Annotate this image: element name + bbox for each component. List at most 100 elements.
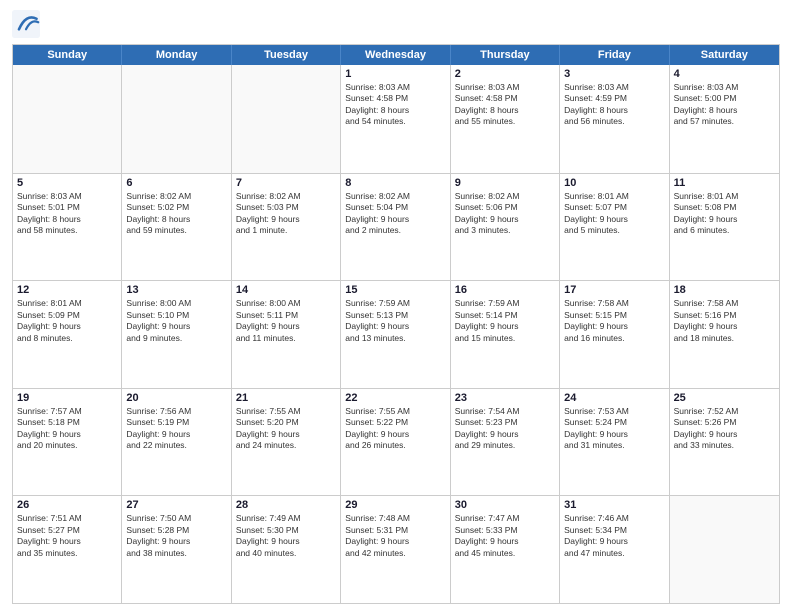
cell-info: Sunrise: 7:49 AM Sunset: 5:30 PM Dayligh… xyxy=(236,513,336,559)
cell-date: 2 xyxy=(455,68,555,80)
calendar-cell xyxy=(232,65,341,173)
calendar-cell: 13 Sunrise: 8:00 AM Sunset: 5:10 PM Dayli… xyxy=(122,281,231,388)
week-row-0: 1 Sunrise: 8:03 AM Sunset: 4:58 PM Daylig… xyxy=(13,65,779,173)
cell-info: Sunrise: 8:01 AM Sunset: 5:07 PM Dayligh… xyxy=(564,191,664,237)
header-day-tuesday: Tuesday xyxy=(232,45,341,65)
calendar-body: 1 Sunrise: 8:03 AM Sunset: 4:58 PM Daylig… xyxy=(13,65,779,603)
cell-date: 18 xyxy=(674,284,775,296)
cell-info: Sunrise: 7:47 AM Sunset: 5:33 PM Dayligh… xyxy=(455,513,555,559)
calendar-cell: 25Sunrise: 7:52 AM Sunset: 5:26 PM Dayli… xyxy=(670,389,779,496)
cell-date: 24 xyxy=(564,392,664,404)
calendar-cell: 10 Sunrise: 8:01 AM Sunset: 5:07 PM Dayli… xyxy=(560,174,669,281)
cell-date: 15 xyxy=(345,284,445,296)
cell-info: Sunrise: 8:03 AM Sunset: 4:58 PM Dayligh… xyxy=(455,82,555,128)
calendar-cell: 21 Sunrise: 7:55 AM Sunset: 5:20 PM Dayli… xyxy=(232,389,341,496)
calendar-cell: 4 Sunrise: 8:03 AM Sunset: 5:00 PM Daylig… xyxy=(670,65,779,173)
calendar-cell xyxy=(122,65,231,173)
cell-date: 26 xyxy=(17,499,117,511)
page: SundayMondayTuesdayWednesdayThursdayFrid… xyxy=(0,0,792,612)
calendar-cell xyxy=(13,65,122,173)
cell-date: 30 xyxy=(455,499,555,511)
calendar-cell: 30 Sunrise: 7:47 AM Sunset: 5:33 PM Dayli… xyxy=(451,496,560,603)
calendar-cell: 31 Sunrise: 7:46 AM Sunset: 5:34 PM Dayli… xyxy=(560,496,669,603)
cell-info: Sunrise: 7:58 AM Sunset: 5:15 PM Dayligh… xyxy=(564,298,664,344)
cell-info: Sunrise: 7:57 AM Sunset: 5:18 PM Dayligh… xyxy=(17,406,117,452)
cell-info: Sunrise: 7:53 AM Sunset: 5:24 PM Dayligh… xyxy=(564,406,664,452)
cell-date: 19 xyxy=(17,392,117,404)
calendar-cell: 23 Sunrise: 7:54 AM Sunset: 5:23 PM Dayli… xyxy=(451,389,560,496)
week-row-4: 26 Sunrise: 7:51 AM Sunset: 5:27 PM Dayli… xyxy=(13,495,779,603)
calendar-cell: 9 Sunrise: 8:02 AM Sunset: 5:06 PM Daylig… xyxy=(451,174,560,281)
cell-info: Sunrise: 7:55 AM Sunset: 5:20 PM Dayligh… xyxy=(236,406,336,452)
cell-info: Sunrise: 8:02 AM Sunset: 5:03 PM Dayligh… xyxy=(236,191,336,237)
week-row-1: 5Sunrise: 8:03 AM Sunset: 5:01 PM Daylig… xyxy=(13,173,779,281)
cell-date: 14 xyxy=(236,284,336,296)
calendar-cell: 5Sunrise: 8:03 AM Sunset: 5:01 PM Daylig… xyxy=(13,174,122,281)
cell-info: Sunrise: 7:55 AM Sunset: 5:22 PM Dayligh… xyxy=(345,406,445,452)
cell-info: Sunrise: 8:00 AM Sunset: 5:10 PM Dayligh… xyxy=(126,298,226,344)
header-day-friday: Friday xyxy=(560,45,669,65)
cell-info: Sunrise: 8:00 AM Sunset: 5:11 PM Dayligh… xyxy=(236,298,336,344)
cell-date: 9 xyxy=(455,177,555,189)
cell-info: Sunrise: 8:03 AM Sunset: 4:59 PM Dayligh… xyxy=(564,82,664,128)
calendar-cell: 19 Sunrise: 7:57 AM Sunset: 5:18 PM Dayli… xyxy=(13,389,122,496)
cell-info: Sunrise: 7:58 AM Sunset: 5:16 PM Dayligh… xyxy=(674,298,775,344)
logo-icon xyxy=(12,10,40,38)
cell-date: 3 xyxy=(564,68,664,80)
cell-info: Sunrise: 7:46 AM Sunset: 5:34 PM Dayligh… xyxy=(564,513,664,559)
calendar-cell: 27Sunrise: 7:50 AM Sunset: 5:28 PM Dayli… xyxy=(122,496,231,603)
cell-date: 31 xyxy=(564,499,664,511)
header-day-saturday: Saturday xyxy=(670,45,779,65)
cell-date: 28 xyxy=(236,499,336,511)
cell-date: 22 xyxy=(345,392,445,404)
top-section xyxy=(12,10,780,38)
cell-info: Sunrise: 7:52 AM Sunset: 5:26 PM Dayligh… xyxy=(674,406,775,452)
calendar-cell xyxy=(670,496,779,603)
cell-info: Sunrise: 8:02 AM Sunset: 5:04 PM Dayligh… xyxy=(345,191,445,237)
cell-info: Sunrise: 8:03 AM Sunset: 4:58 PM Dayligh… xyxy=(345,82,445,128)
calendar: SundayMondayTuesdayWednesdayThursdayFrid… xyxy=(12,44,780,604)
calendar-cell: 1 Sunrise: 8:03 AM Sunset: 4:58 PM Daylig… xyxy=(341,65,450,173)
cell-info: Sunrise: 8:02 AM Sunset: 5:06 PM Dayligh… xyxy=(455,191,555,237)
header-day-sunday: Sunday xyxy=(13,45,122,65)
calendar-cell: 11 Sunrise: 8:01 AM Sunset: 5:08 PM Dayli… xyxy=(670,174,779,281)
cell-date: 12 xyxy=(17,284,117,296)
cell-date: 7 xyxy=(236,177,336,189)
cell-date: 29 xyxy=(345,499,445,511)
cell-date: 21 xyxy=(236,392,336,404)
header-day-thursday: Thursday xyxy=(451,45,560,65)
cell-date: 4 xyxy=(674,68,775,80)
calendar-cell: 3 Sunrise: 8:03 AM Sunset: 4:59 PM Daylig… xyxy=(560,65,669,173)
cell-date: 16 xyxy=(455,284,555,296)
calendar-cell: 29 Sunrise: 7:48 AM Sunset: 5:31 PM Dayli… xyxy=(341,496,450,603)
cell-date: 20 xyxy=(126,392,226,404)
calendar-cell: 28 Sunrise: 7:49 AM Sunset: 5:30 PM Dayli… xyxy=(232,496,341,603)
calendar-cell: 6 Sunrise: 8:02 AM Sunset: 5:02 PM Daylig… xyxy=(122,174,231,281)
calendar-cell: 8 Sunrise: 8:02 AM Sunset: 5:04 PM Daylig… xyxy=(341,174,450,281)
cell-info: Sunrise: 8:01 AM Sunset: 5:08 PM Dayligh… xyxy=(674,191,775,237)
cell-date: 13 xyxy=(126,284,226,296)
cell-info: Sunrise: 8:03 AM Sunset: 5:00 PM Dayligh… xyxy=(674,82,775,128)
calendar-cell: 2 Sunrise: 8:03 AM Sunset: 4:58 PM Daylig… xyxy=(451,65,560,173)
cell-date: 11 xyxy=(674,177,775,189)
cell-info: Sunrise: 7:51 AM Sunset: 5:27 PM Dayligh… xyxy=(17,513,117,559)
cell-info: Sunrise: 8:02 AM Sunset: 5:02 PM Dayligh… xyxy=(126,191,226,237)
cell-info: Sunrise: 7:56 AM Sunset: 5:19 PM Dayligh… xyxy=(126,406,226,452)
cell-date: 1 xyxy=(345,68,445,80)
calendar-cell: 7 Sunrise: 8:02 AM Sunset: 5:03 PM Daylig… xyxy=(232,174,341,281)
calendar-cell: 15Sunrise: 7:59 AM Sunset: 5:13 PM Dayli… xyxy=(341,281,450,388)
header-day-monday: Monday xyxy=(122,45,231,65)
header-day-wednesday: Wednesday xyxy=(341,45,450,65)
cell-date: 5 xyxy=(17,177,117,189)
calendar-cell: 14 Sunrise: 8:00 AM Sunset: 5:11 PM Dayli… xyxy=(232,281,341,388)
cell-date: 8 xyxy=(345,177,445,189)
cell-info: Sunrise: 7:48 AM Sunset: 5:31 PM Dayligh… xyxy=(345,513,445,559)
cell-date: 23 xyxy=(455,392,555,404)
cell-date: 10 xyxy=(564,177,664,189)
calendar-cell: 26 Sunrise: 7:51 AM Sunset: 5:27 PM Dayli… xyxy=(13,496,122,603)
cell-date: 6 xyxy=(126,177,226,189)
calendar-cell: 24 Sunrise: 7:53 AM Sunset: 5:24 PM Dayli… xyxy=(560,389,669,496)
cell-info: Sunrise: 7:50 AM Sunset: 5:28 PM Dayligh… xyxy=(126,513,226,559)
cell-info: Sunrise: 7:54 AM Sunset: 5:23 PM Dayligh… xyxy=(455,406,555,452)
calendar-header: SundayMondayTuesdayWednesdayThursdayFrid… xyxy=(13,45,779,65)
